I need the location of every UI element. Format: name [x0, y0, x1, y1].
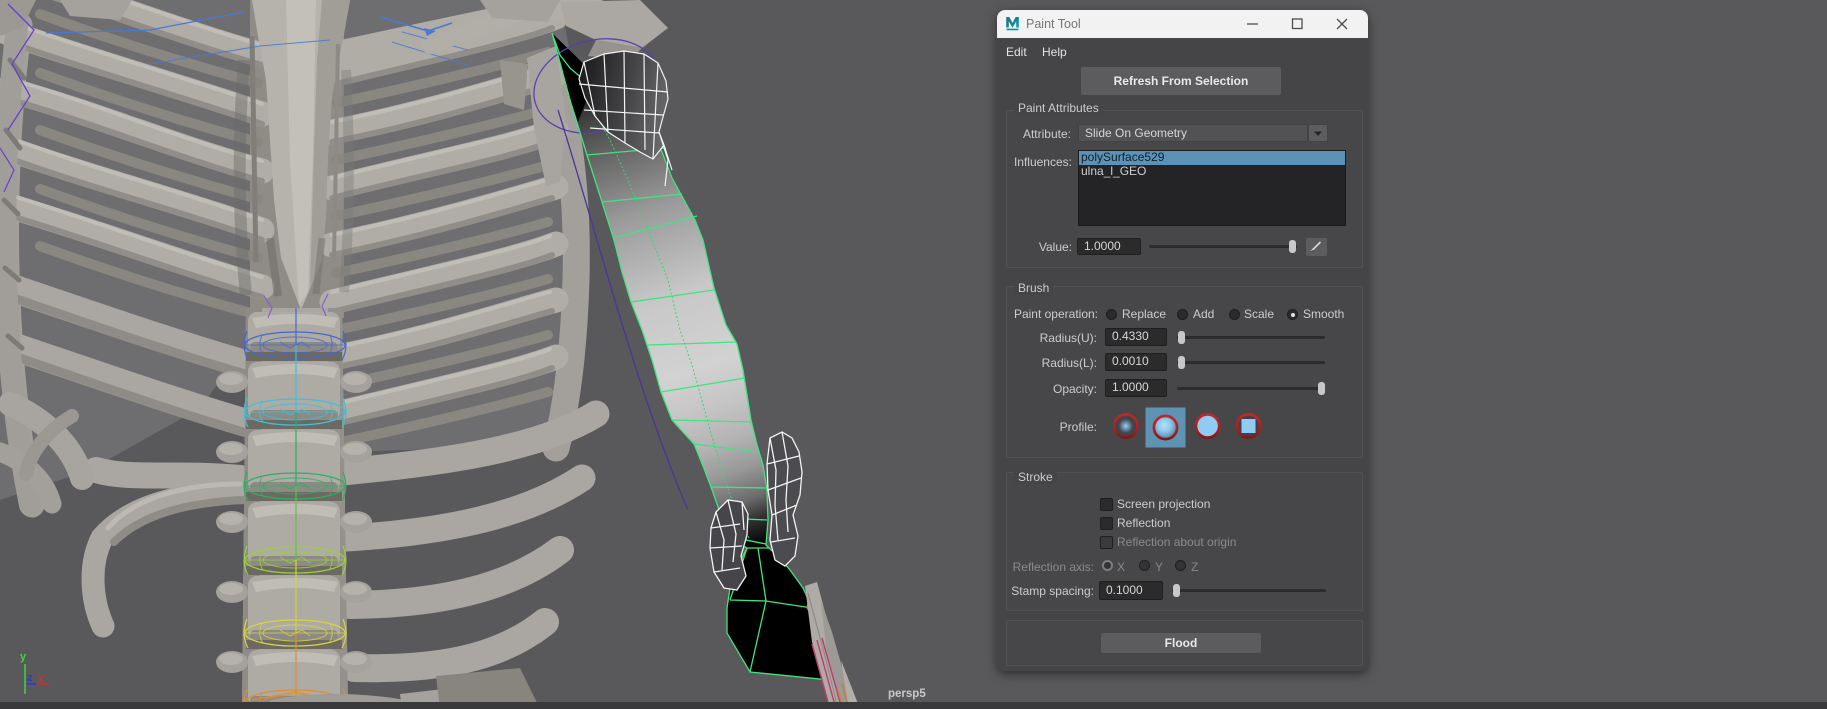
svg-text:x: x [38, 673, 45, 685]
svg-text:y: y [20, 651, 27, 663]
svg-text:persp5: persp5 [888, 688, 926, 700]
svg-text:z: z [27, 672, 33, 684]
